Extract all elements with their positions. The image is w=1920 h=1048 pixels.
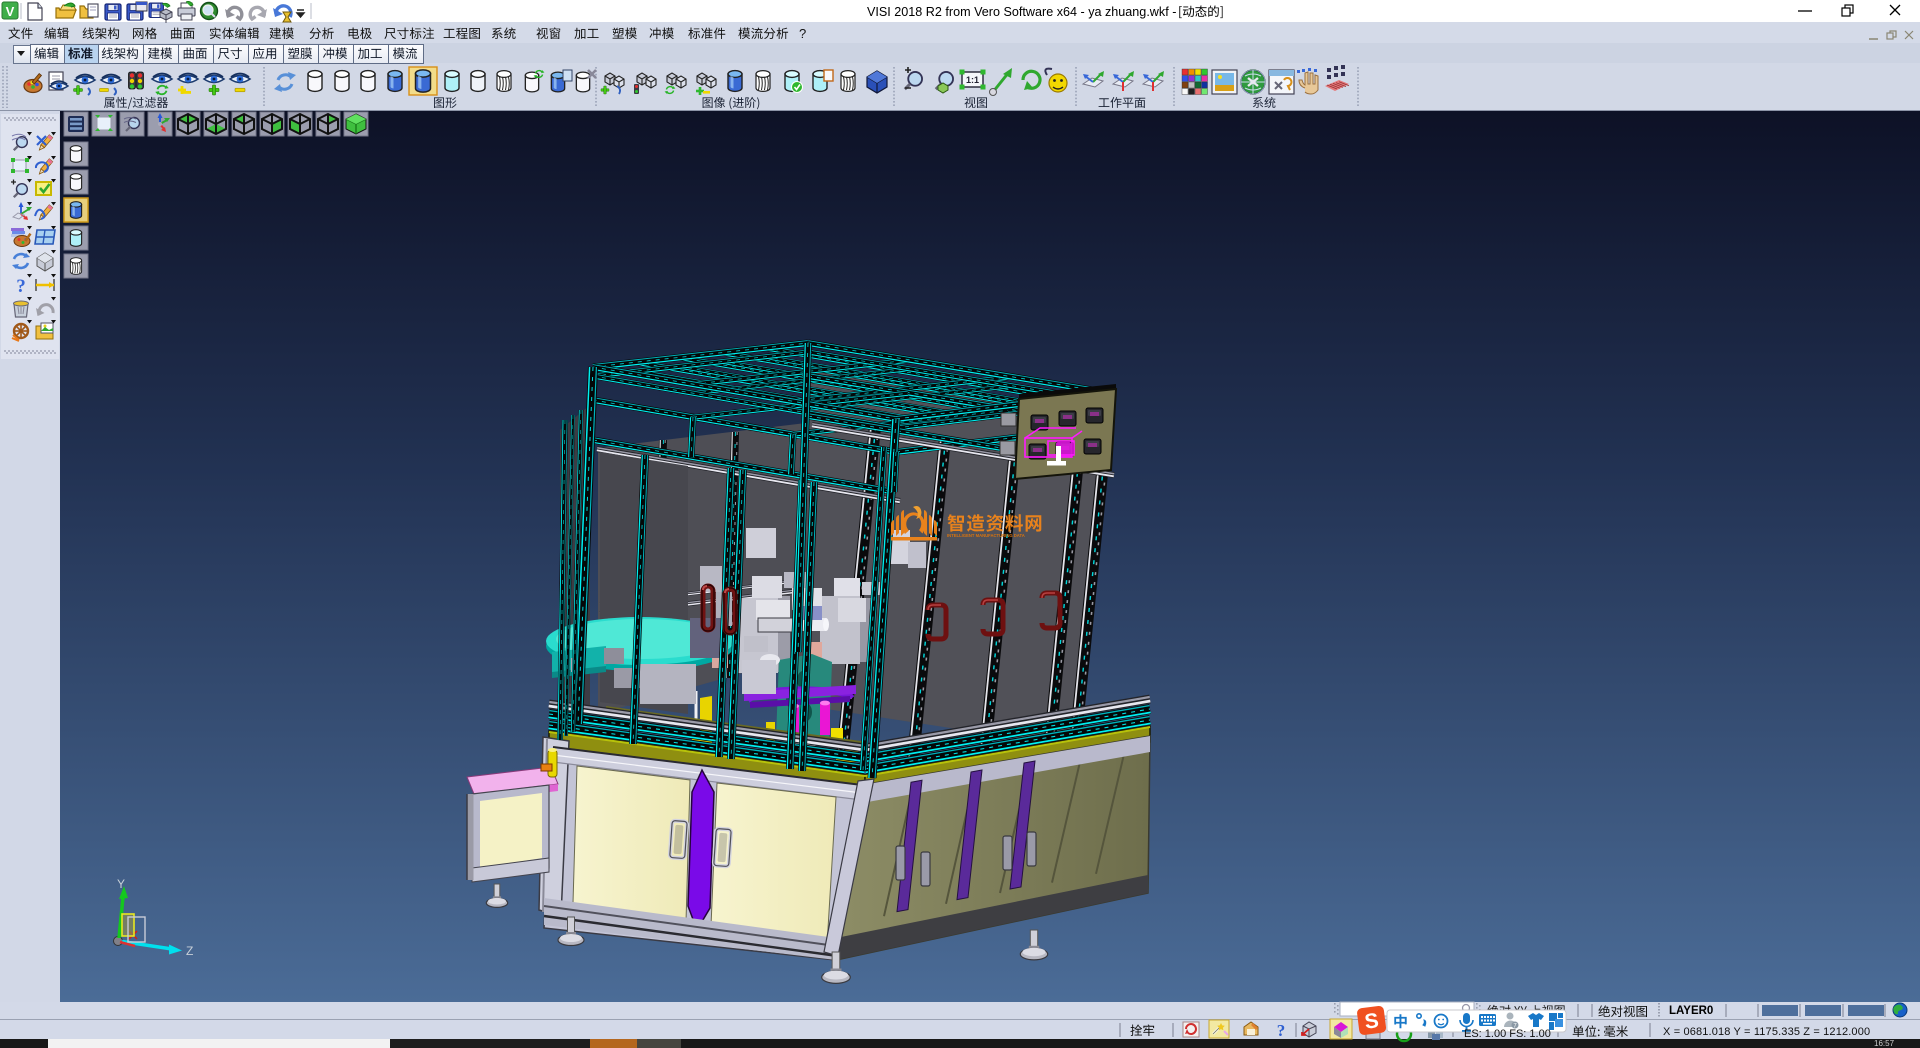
svg-text:V: V [6, 4, 15, 19]
svg-text:?: ? [1277, 1021, 1286, 1040]
svg-text:S: S [1363, 1009, 1380, 1034]
svg-text:?: ? [16, 276, 26, 297]
svg-text:1:1: 1:1 [966, 75, 979, 85]
